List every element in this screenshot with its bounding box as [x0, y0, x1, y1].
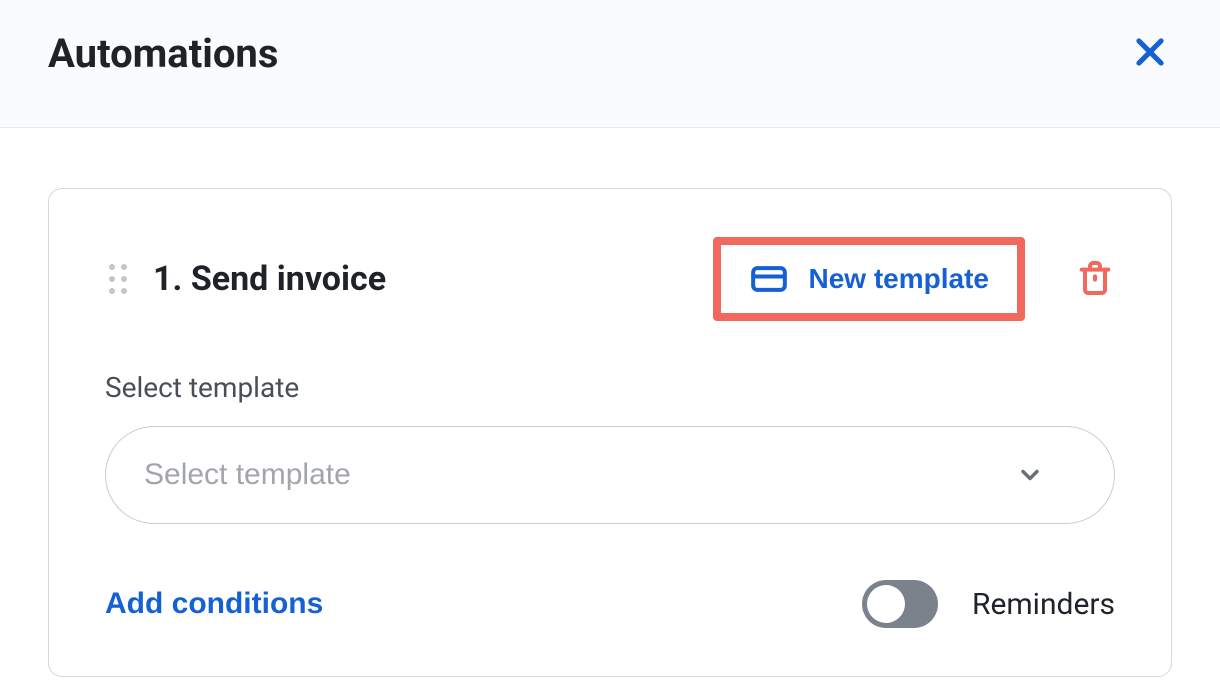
reminders-label: Reminders — [972, 587, 1115, 622]
add-conditions-button[interactable]: Add conditions — [105, 587, 323, 621]
automation-card: 1. Send invoice New template — [48, 188, 1172, 677]
new-template-highlight: New template — [713, 237, 1026, 321]
chevron-down-icon — [1016, 461, 1044, 489]
select-template-field: Select template — [105, 426, 1115, 524]
select-template-label: Select template — [105, 371, 1115, 404]
card-icon — [749, 259, 789, 299]
trash-icon — [1075, 258, 1115, 301]
card-footer: Add conditions Reminders — [105, 580, 1115, 628]
reminders-toggle[interactable] — [862, 580, 938, 628]
delete-button[interactable] — [1075, 258, 1115, 301]
card-header: 1. Send invoice New template — [105, 237, 1115, 321]
content-area: 1. Send invoice New template — [0, 128, 1220, 697]
automation-step-title: 1. Send invoice — [153, 259, 691, 299]
page-title: Automations — [48, 30, 278, 77]
close-button[interactable] — [1128, 32, 1172, 76]
toggle-knob — [867, 585, 905, 623]
new-template-button[interactable]: New template — [749, 259, 990, 299]
select-template-placeholder: Select template — [144, 458, 351, 492]
reminders-group: Reminders — [862, 580, 1115, 628]
select-template-dropdown[interactable]: Select template — [105, 426, 1115, 524]
drag-handle-icon[interactable] — [105, 260, 131, 298]
close-icon — [1131, 33, 1169, 74]
new-template-label: New template — [809, 263, 990, 295]
modal-header: Automations — [0, 0, 1220, 128]
